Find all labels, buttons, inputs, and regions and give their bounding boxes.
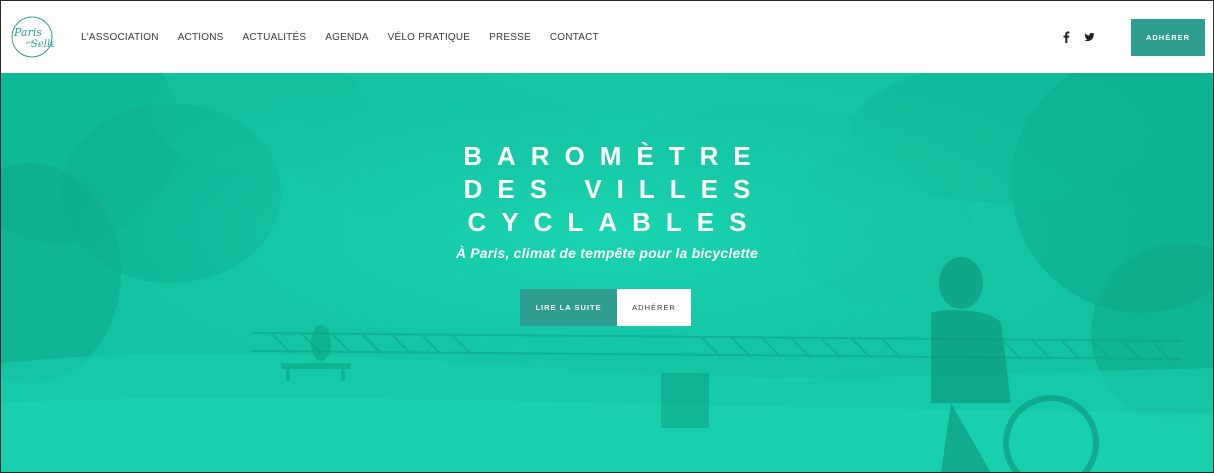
svg-text:Selle: Selle	[31, 39, 54, 50]
nav-item-association[interactable]: L'ASSOCIATION	[81, 32, 159, 43]
hero-subtitle: À Paris, climat de tempête pour la bicyc…	[455, 245, 759, 261]
hero-title-line: DES VILLES	[463, 174, 766, 204]
nav-item-contact[interactable]: CONTACT	[550, 32, 599, 43]
hero-title: BAROMÈTRE DES VILLES CYCLABLES	[1, 140, 1213, 239]
read-more-button[interactable]: LIRE LA SUITE	[520, 289, 617, 326]
nav-item-actualites[interactable]: ACTUALITÉS	[243, 32, 307, 43]
hero-title-line: CYCLABLES	[467, 207, 762, 237]
hero-title-line: BAROMÈTRE	[463, 141, 766, 171]
facebook-icon[interactable]	[1061, 31, 1072, 43]
social-links	[1061, 1, 1095, 73]
nav-item-velo-pratique[interactable]: VÉLO PRATIQUE	[388, 32, 470, 43]
svg-text:Paris: Paris	[13, 26, 42, 39]
site-header: Paris en Selle L'ASSOCIATION ACTIONS ACT…	[1, 1, 1213, 73]
nav-item-actions[interactable]: ACTIONS	[178, 32, 224, 43]
page-frame: Paris en Selle L'ASSOCIATION ACTIONS ACT…	[0, 0, 1214, 473]
nav-item-agenda[interactable]: AGENDA	[325, 32, 368, 43]
twitter-icon[interactable]	[1084, 31, 1095, 43]
nav-item-presse[interactable]: PRESSE	[489, 32, 531, 43]
main-nav: L'ASSOCIATION ACTIONS ACTUALITÉS AGENDA …	[81, 1, 618, 73]
hero-actions: LIRE LA SUITE ADHÉRER	[520, 289, 691, 326]
paris-en-selle-logo[interactable]: Paris en Selle	[10, 15, 54, 59]
join-button-hero[interactable]: ADHÉRER	[617, 289, 691, 326]
hero-banner: BAROMÈTRE DES VILLES CYCLABLES À Paris, …	[1, 73, 1213, 472]
park-background-image	[1, 73, 1213, 472]
join-button-header[interactable]: ADHÉRER	[1131, 19, 1205, 56]
